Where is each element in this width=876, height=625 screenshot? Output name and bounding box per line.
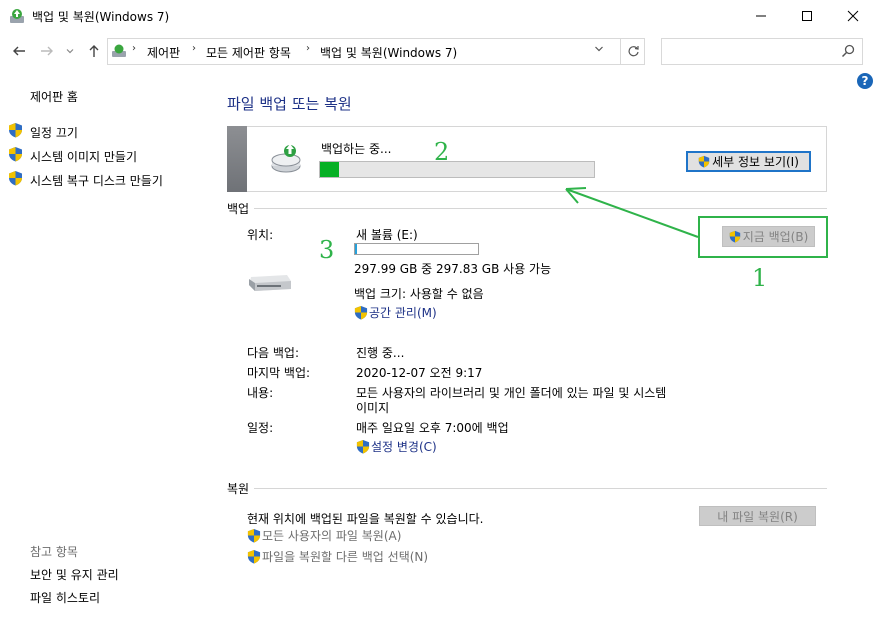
annotation-arrow: [565, 187, 699, 238]
search-input[interactable]: [661, 38, 863, 65]
change-settings-label: 설정 변경(C): [371, 440, 437, 454]
breadcrumb-separator: ›: [306, 43, 310, 54]
chevron-down-icon: [66, 49, 74, 54]
help-icon[interactable]: ?: [857, 73, 873, 89]
uac-shield-icon: [9, 147, 22, 162]
uac-shield-icon: [9, 171, 22, 186]
sidebar-item-create-system-image[interactable]: 시스템 이미지 만들기: [30, 148, 137, 165]
change-settings-link[interactable]: 설정 변경(C): [356, 438, 437, 455]
breadcrumb-all-items[interactable]: 모든 제어판 항목: [206, 44, 291, 61]
breadcrumb-control-panel[interactable]: 제어판: [147, 44, 180, 61]
backup-progress-bar: [319, 161, 595, 178]
uac-shield-icon: [698, 155, 710, 168]
annotation-marker-3: 3: [319, 236, 335, 264]
close-button[interactable]: [830, 0, 876, 32]
breadcrumb-separator: ›: [192, 43, 196, 54]
sidebar-item-turn-off-schedule[interactable]: 일정 끄기: [30, 124, 78, 141]
restore-section-heading: 복원: [227, 482, 250, 496]
backup-restore-location-icon: [112, 44, 126, 57]
select-other-backup-label: 파일을 복원할 다른 백업 선택(N): [262, 550, 429, 564]
view-details-button[interactable]: 세부 정보 보기(I): [686, 151, 811, 172]
forward-arrow-icon: [41, 46, 53, 56]
restore-all-users-files-label: 모든 사용자의 파일 복원(A): [262, 529, 402, 543]
refresh-icon: [627, 46, 639, 57]
hard-drive-icon: [249, 275, 291, 291]
back-button[interactable]: [9, 40, 29, 62]
sidebar-link-security-maintenance[interactable]: 보안 및 유지 관리: [30, 566, 119, 583]
minimize-button[interactable]: [738, 0, 784, 32]
up-arrow-icon: [89, 45, 99, 57]
restore-my-files-label: 내 파일 복원(R): [717, 509, 798, 524]
drive-usage-fill: [355, 244, 357, 254]
location-label: 위치:: [247, 228, 274, 242]
window-title: 백업 및 복원(Windows 7): [32, 10, 170, 24]
schedule-value: 매주 일요일 오후 7:00에 백업: [356, 421, 509, 435]
restore-my-files-button[interactable]: 내 파일 복원(R): [699, 506, 816, 526]
address-history-dropdown[interactable]: [594, 43, 604, 57]
chevron-down-icon: [595, 46, 603, 52]
uac-shield-icon: [247, 528, 261, 543]
forward-button[interactable]: [37, 40, 57, 62]
location-value: 새 볼륨 (E:): [356, 228, 418, 242]
backup-section-heading: 백업: [227, 202, 250, 216]
breadcrumb-backup-restore[interactable]: 백업 및 복원(Windows 7): [320, 44, 457, 61]
panel-stripe: [227, 126, 247, 192]
uac-shield-icon: [247, 549, 261, 564]
next-backup-label: 다음 백업:: [247, 346, 300, 360]
close-icon: [847, 10, 859, 22]
annotation-marker-1: 1: [752, 264, 768, 292]
schedule-label: 일정:: [247, 421, 274, 435]
backup-progress-label: 백업하는 중...: [321, 142, 392, 156]
section-divider: [254, 208, 827, 209]
see-also-heading: 참고 항목: [30, 545, 78, 559]
search-icon: [841, 44, 855, 58]
drive-usage-bar: [354, 243, 479, 255]
restore-description: 현재 위치에 백업된 파일을 복원할 수 있습니다.: [247, 512, 484, 526]
last-backup-value: 2020-12-07 오전 9:17: [356, 366, 483, 380]
maximize-button[interactable]: [784, 0, 830, 32]
annotation-highlight-box: [698, 216, 828, 258]
maximize-icon: [802, 11, 812, 21]
sidebar-item-create-repair-disc[interactable]: 시스템 복구 디스크 만들기: [30, 172, 163, 189]
minimize-icon: [756, 15, 766, 17]
refresh-button[interactable]: [620, 39, 645, 64]
manage-space-label: 공간 관리(M): [369, 306, 437, 320]
select-other-backup-link[interactable]: 파일을 복원할 다른 백업 선택(N): [247, 548, 428, 565]
contents-value-line1: 모든 사용자의 라이브러리 및 개인 폴더에 있는 파일 및 시스템: [356, 386, 667, 400]
sidebar-control-panel-home[interactable]: 제어판 홈: [30, 88, 78, 105]
view-details-label: 세부 정보 보기(I): [712, 155, 799, 169]
restore-all-users-files-link[interactable]: 모든 사용자의 파일 복원(A): [247, 527, 401, 544]
section-divider: [254, 488, 827, 489]
uac-shield-icon: [356, 439, 370, 454]
backup-restore-app-icon: [10, 9, 24, 23]
backup-in-progress-icon: [271, 144, 301, 173]
up-button[interactable]: [84, 40, 104, 62]
contents-value-line2: 이미지: [356, 401, 390, 415]
sidebar-link-file-history[interactable]: 파일 히스토리: [30, 589, 100, 606]
uac-shield-icon: [354, 305, 368, 320]
page-title: 파일 백업 또는 복원: [227, 95, 352, 113]
breadcrumb-separator: ›: [132, 43, 136, 54]
uac-shield-icon: [9, 123, 22, 138]
annotation-marker-2: 2: [434, 138, 450, 166]
manage-space-link[interactable]: 공간 관리(M): [354, 304, 437, 321]
last-backup-label: 마지막 백업:: [247, 366, 311, 380]
contents-label: 내용:: [247, 386, 274, 400]
backup-progress-fill: [320, 162, 339, 177]
free-space-text: 297.99 GB 중 297.83 GB 사용 가능: [354, 262, 552, 276]
backup-size-text: 백업 크기: 사용할 수 없음: [354, 287, 484, 301]
back-arrow-icon: [13, 46, 25, 56]
next-backup-value: 진행 중...: [356, 346, 405, 360]
recent-locations-dropdown[interactable]: [63, 40, 77, 62]
